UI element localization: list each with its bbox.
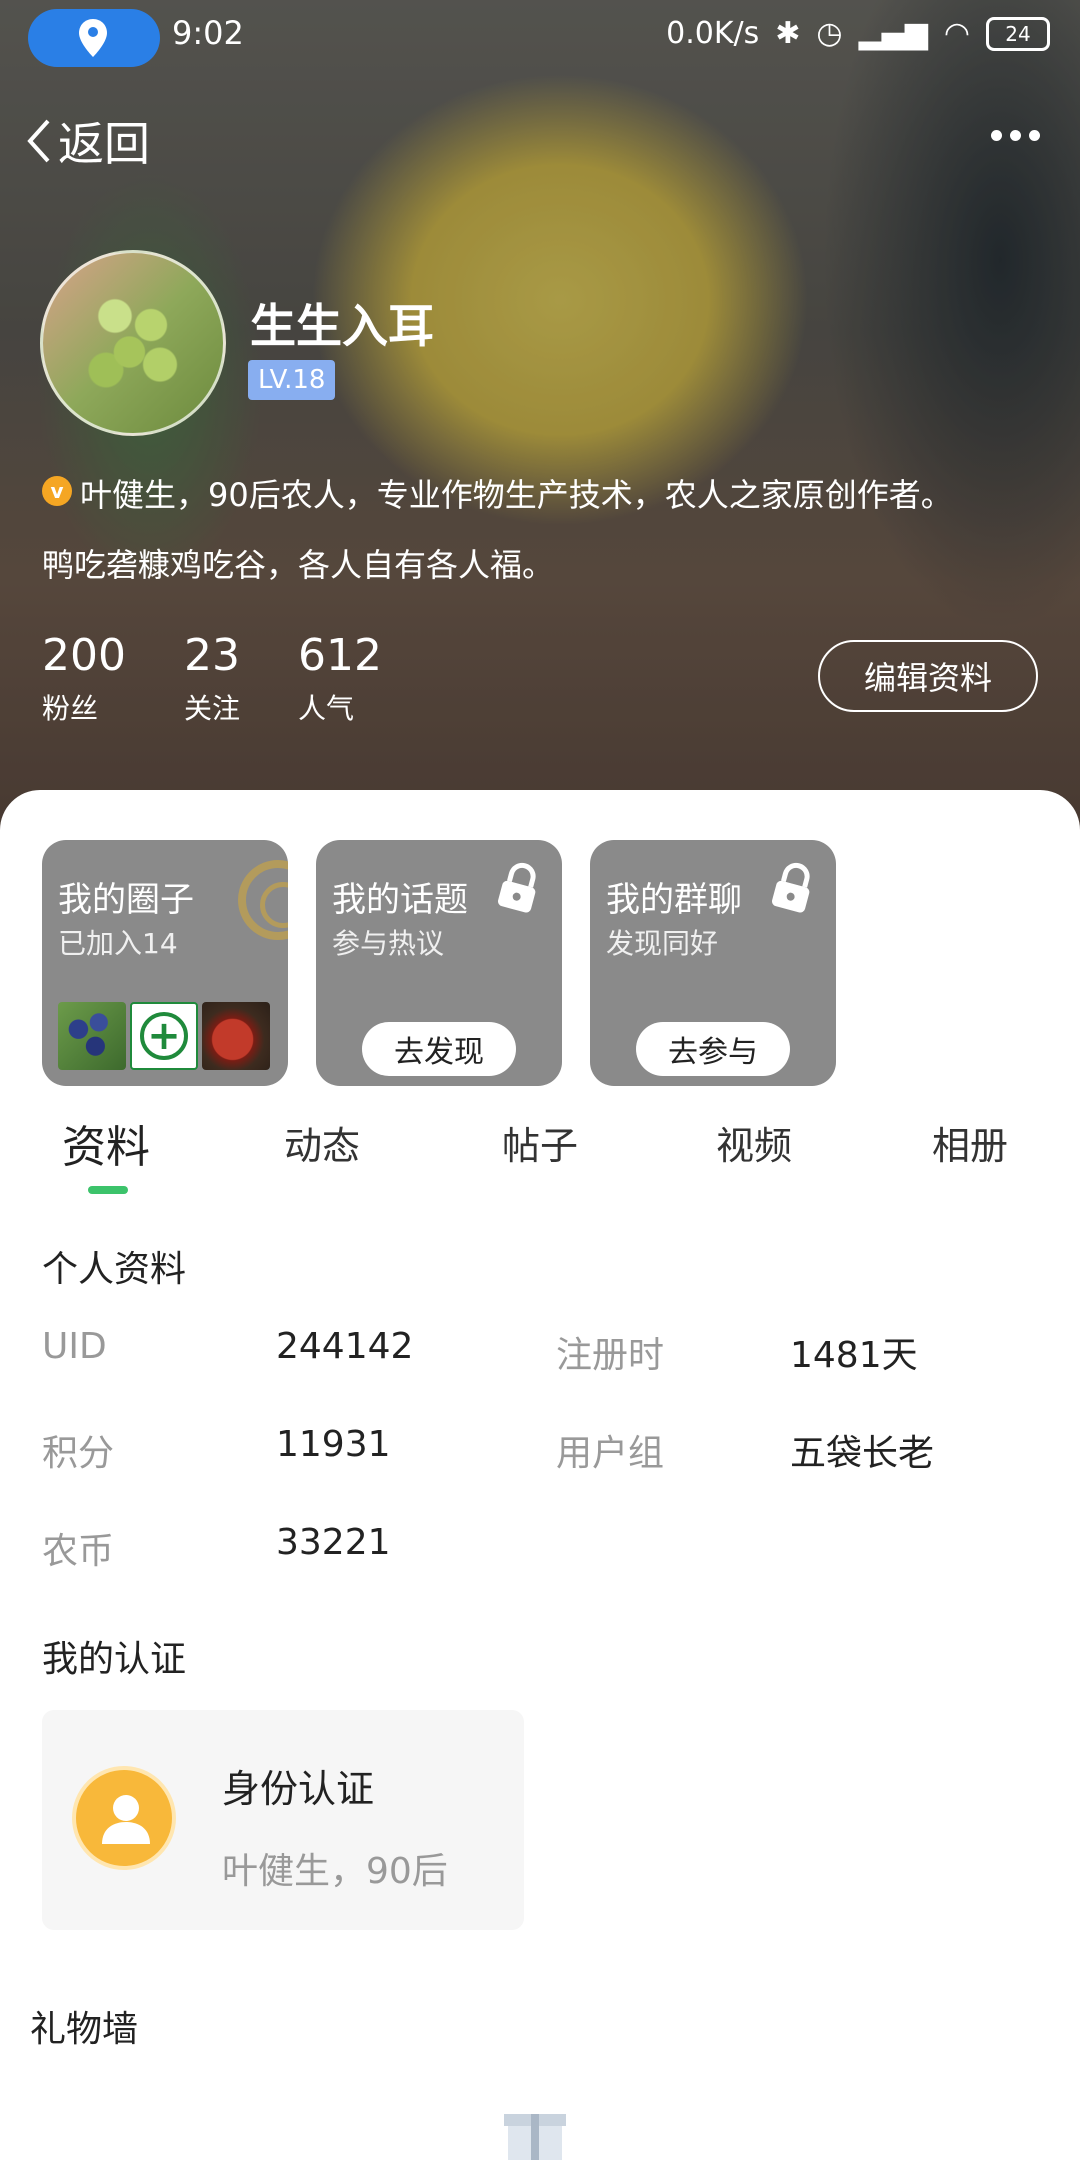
uid-label: UID	[42, 1326, 107, 1367]
certification-card-subtitle: 叶健生，90后	[222, 1851, 448, 1892]
signal-icon: ▂▄▆	[858, 16, 928, 51]
registered-value: 1481天	[790, 1335, 918, 1376]
back-label: 返回	[58, 117, 150, 171]
stat-following[interactable]: 23 关注	[184, 630, 240, 727]
coins-label: 农币	[42, 1531, 115, 1572]
username: 生生入耳	[250, 299, 434, 353]
coins-value: 33221	[276, 1522, 391, 1563]
points-label: 积分	[42, 1433, 115, 1474]
tab-profile[interactable]: 资料	[62, 1111, 150, 1175]
registered-label: 注册时	[556, 1335, 665, 1376]
alarm-icon: ◷	[816, 16, 843, 51]
profile-header-background: 9:02 0.0K/s ✱ ◷ ▂▄▆ ◠ 24 返回 生生入耳 LV.18 v…	[0, 0, 1080, 830]
card-subtitle: 已加入14	[58, 927, 178, 960]
feature-cards: 我的圈子 已加入14 我的话题 参与热议 去发	[42, 840, 836, 1086]
card-my-topics[interactable]: 我的话题 参与热议 去发现	[316, 840, 562, 1086]
profile-page: 9:02 0.0K/s ✱ ◷ ▂▄▆ ◠ 24 返回 生生入耳 LV.18 v…	[0, 0, 1080, 2160]
identity-certification-card[interactable]: 身份认证 叶健生，90后	[42, 1710, 524, 1930]
chevron-left-icon	[27, 119, 50, 163]
lock-icon	[498, 862, 536, 913]
verified-icon: v	[42, 476, 72, 506]
circle-thumbnail-blueberry[interactable]	[58, 1002, 126, 1070]
certification-card-title: 身份认证	[222, 1767, 375, 1811]
card-subtitle: 参与热议	[332, 927, 445, 960]
back-button[interactable]: 返回	[26, 108, 150, 174]
level-badge: LV.18	[248, 360, 336, 400]
avatar[interactable]	[40, 250, 226, 436]
join-button[interactable]: 去参与	[636, 1022, 790, 1076]
tab-album[interactable]: 相册	[932, 1115, 1008, 1170]
gift-wall-title: 礼物墙	[30, 2009, 139, 2050]
wifi-icon: ◠	[943, 16, 970, 51]
circle-thumbnail-plant-protection[interactable]	[130, 1002, 198, 1070]
status-time: 9:02	[172, 14, 244, 52]
circle-thumbnails	[58, 1002, 270, 1070]
card-title: 我的圈子	[58, 880, 194, 920]
profile-tabs: 资料 动态 帖子 视频 相册	[0, 1105, 1080, 1195]
user-group-label: 用户组	[556, 1433, 665, 1474]
gift-box-icon	[504, 2114, 566, 2160]
circle-thumbnail-fruit[interactable]	[202, 1002, 270, 1070]
stat-followers[interactable]: 200 粉丝	[42, 630, 126, 727]
points-value: 11931	[276, 1424, 391, 1465]
network-speed: 0.0K/s	[666, 16, 760, 51]
card-subtitle: 发现同好	[606, 927, 719, 960]
status-icons: 0.0K/s ✱ ◷ ▂▄▆ ◠ 24	[666, 16, 1050, 51]
lock-icon	[772, 862, 810, 913]
user-group-value: 五袋长老	[790, 1433, 935, 1474]
uid-value: 244142	[276, 1326, 414, 1367]
circle-logo-icon	[238, 860, 288, 940]
location-pin-icon	[79, 19, 107, 57]
card-title: 我的群聊	[606, 880, 742, 920]
location-indicator	[28, 9, 160, 67]
stat-popularity: 612 人气	[298, 630, 382, 725]
tab-videos[interactable]: 视频	[716, 1115, 792, 1170]
more-options-icon[interactable]	[991, 130, 1040, 141]
tab-posts[interactable]: 帖子	[502, 1115, 578, 1170]
certification-title: 我的认证	[42, 1639, 187, 1680]
discover-button[interactable]: 去发现	[362, 1022, 516, 1076]
card-my-circles[interactable]: 我的圈子 已加入14	[42, 840, 288, 1086]
profile-sheet: 我的圈子 已加入14 我的话题 参与热议 去发	[0, 790, 1080, 2160]
tab-activity[interactable]: 动态	[284, 1115, 360, 1170]
active-tab-indicator	[88, 1186, 128, 1194]
user-icon	[72, 1766, 176, 1870]
bio-line-1: 叶健生，90后农人，专业作物生产技术，农人之家原创作者。	[80, 476, 953, 514]
personal-info-title: 个人资料	[42, 1249, 187, 1290]
bluetooth-icon: ✱	[775, 16, 801, 51]
edit-profile-button[interactable]: 编辑资料	[818, 640, 1038, 712]
bio-line-2: 鸭吃砻糠鸡吃谷，各人自有各人福。	[42, 546, 555, 584]
battery-icon: 24	[986, 16, 1050, 51]
card-title: 我的话题	[332, 880, 468, 920]
status-bar: 9:02 0.0K/s ✱ ◷ ▂▄▆ ◠ 24	[0, 0, 1080, 76]
card-my-group-chats[interactable]: 我的群聊 发现同好 去参与	[590, 840, 836, 1086]
